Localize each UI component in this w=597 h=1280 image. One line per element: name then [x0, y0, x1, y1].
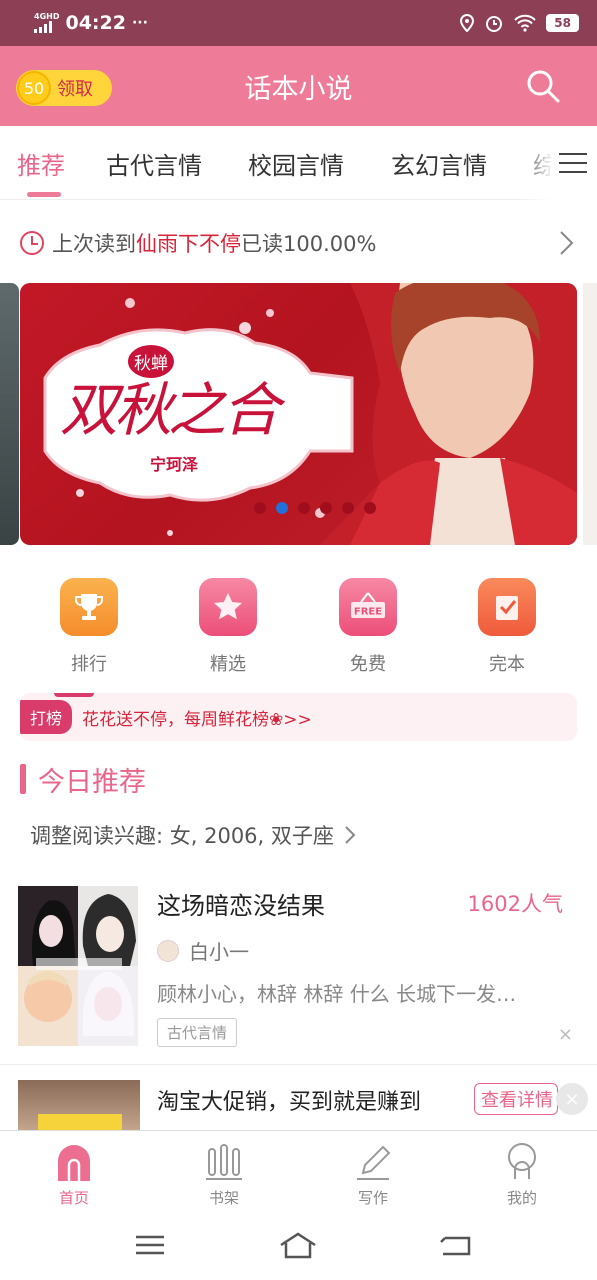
wifi-icon	[514, 14, 537, 32]
pen-icon	[357, 1145, 391, 1180]
free-icon: FREE	[339, 578, 397, 636]
coin-amount: 50	[17, 71, 51, 105]
ad-image[interactable]	[18, 1080, 140, 1130]
tab-recommend[interactable]: 推荐	[17, 146, 65, 181]
banner-author: 宁珂泽	[150, 455, 199, 474]
system-nav	[0, 1210, 597, 1280]
book-genre-tag[interactable]: 古代言情	[157, 1018, 238, 1047]
last-read-progress: 已读100.00%	[241, 232, 377, 256]
back-icon[interactable]	[435, 1230, 475, 1260]
book-description: 顾林小心，林辞 林辞 什么 长城下一发…	[157, 982, 517, 1006]
signal-icon: 4GHD	[34, 13, 59, 33]
nav-write-label: 写作	[357, 1189, 388, 1207]
quicknav-free-label: 免费	[350, 654, 386, 675]
promo-text: 花花送不停，每周鲜花榜❀>>	[82, 709, 312, 730]
claim-coins-button[interactable]: 50 领取	[16, 70, 112, 106]
section-title: 今日推荐	[38, 766, 146, 798]
check-icon	[478, 578, 536, 636]
nav-home-label: 首页	[58, 1189, 89, 1207]
search-icon[interactable]	[525, 68, 561, 104]
trophy-icon	[60, 578, 118, 636]
app-header: 50 领取 话本小说	[0, 46, 597, 126]
quicknav-featured-label: 精选	[210, 654, 246, 675]
profile-icon	[508, 1143, 536, 1179]
chevron-right-icon	[345, 826, 356, 844]
category-tabs: 推荐 古代言情 校园言情 玄幻言情 综	[0, 126, 597, 200]
preference-text: 调整阅读兴趣: 女, 2006, 双子座	[30, 824, 334, 848]
last-read-prefix: 上次读到	[52, 232, 136, 256]
promo-banner[interactable]: 打榜 花花送不停，每周鲜花榜❀>>	[20, 693, 577, 741]
bottom-nav: 首页 书架 写作 我的	[0, 1130, 597, 1210]
author-name: 白小一	[189, 940, 249, 964]
banner-title: 双秋之合	[60, 376, 280, 444]
nav-home[interactable]: 首页	[19, 1141, 129, 1208]
bookshelf-icon	[206, 1144, 242, 1180]
nav-bookshelf-label: 书架	[208, 1189, 239, 1207]
carousel-dot-active[interactable]	[276, 502, 288, 514]
carousel-dots	[254, 502, 376, 514]
svg-text:FREE: FREE	[354, 607, 382, 618]
nav-profile-label: 我的	[506, 1189, 537, 1207]
book-item[interactable]: 这场暗恋没结果 1602人气 白小一 顾林小心，林辞 林辞 什么 长城下一发… …	[0, 880, 597, 1065]
carousel-dot[interactable]	[364, 502, 376, 514]
tab-campus-romance[interactable]: 校园言情	[248, 146, 344, 181]
carousel-dot[interactable]	[342, 502, 354, 514]
tab-fantasy-romance[interactable]: 玄幻言情	[391, 146, 487, 181]
banner-prev-peek	[0, 283, 19, 545]
tab-ancient-romance[interactable]: 古代言情	[106, 146, 202, 181]
book-cover[interactable]	[18, 886, 138, 1046]
nav-bookshelf[interactable]: 书架	[169, 1141, 279, 1208]
menu-icon[interactable]	[130, 1230, 170, 1260]
status-bar: 4GHD 04:22 ··· 58	[0, 0, 597, 46]
book-popularity: 1602人气	[467, 892, 563, 916]
quicknav-free[interactable]: FREE 免费	[318, 578, 418, 676]
book-title[interactable]: 这场暗恋没结果	[157, 886, 325, 921]
dismiss-icon[interactable]: ×	[558, 1024, 573, 1045]
battery-icon: 58	[546, 14, 579, 32]
chevron-right-icon	[560, 231, 574, 255]
author-avatar	[157, 939, 179, 962]
promo-tag: 打榜	[20, 700, 73, 734]
location-icon	[460, 14, 475, 32]
ad-text[interactable]: 淘宝大促销，买到就是赚到	[157, 1084, 421, 1116]
ad-close-icon[interactable]: ×	[556, 1083, 588, 1115]
alarm-icon	[486, 16, 503, 32]
clock-icon	[20, 231, 44, 255]
carousel-dot[interactable]	[254, 502, 266, 514]
last-read-bar[interactable]: 上次读到 仙雨下不停 已读100.00%	[0, 218, 597, 268]
quicknav-ranking-label: 排行	[71, 654, 107, 675]
status-time: 04:22	[65, 12, 126, 34]
star-icon	[199, 578, 257, 636]
status-more: ···	[131, 15, 148, 31]
section-header: 今日推荐	[20, 760, 146, 798]
tab-indicator	[27, 192, 61, 197]
banner-carousel[interactable]: 秋蝉 双秋之合 宁珂泽	[0, 283, 597, 546]
app-title: 话本小说	[244, 73, 353, 105]
carousel-dot[interactable]	[320, 502, 332, 514]
home-icon	[58, 1145, 90, 1181]
menu-icon[interactable]	[559, 153, 587, 173]
quicknav-ranking[interactable]: 排行	[39, 578, 139, 676]
ad-item[interactable]: 淘宝大促销，买到就是赚到 查看详情 ×	[0, 1066, 597, 1130]
nav-profile[interactable]: 我的	[467, 1141, 577, 1208]
quicknav-completed-label: 完本	[489, 654, 525, 675]
banner-slide[interactable]: 秋蝉 双秋之合 宁珂泽	[20, 283, 577, 545]
ad-view-details-button[interactable]: 查看详情	[474, 1083, 558, 1115]
book-author: 白小一	[157, 936, 249, 965]
last-read-book: 仙雨下不停	[136, 232, 241, 256]
reading-preference-link[interactable]: 调整阅读兴趣: 女, 2006, 双子座	[30, 820, 356, 850]
nav-write[interactable]: 写作	[318, 1141, 428, 1208]
home-button-icon[interactable]	[278, 1230, 318, 1260]
quick-nav: 排行 精选 FREE 免费 完本	[0, 578, 597, 678]
banner-next-peek	[583, 283, 597, 545]
carousel-dot[interactable]	[298, 502, 310, 514]
claim-label: 领取	[57, 79, 93, 100]
quicknav-featured[interactable]: 精选	[178, 578, 278, 676]
quicknav-completed[interactable]: 完本	[457, 578, 557, 676]
